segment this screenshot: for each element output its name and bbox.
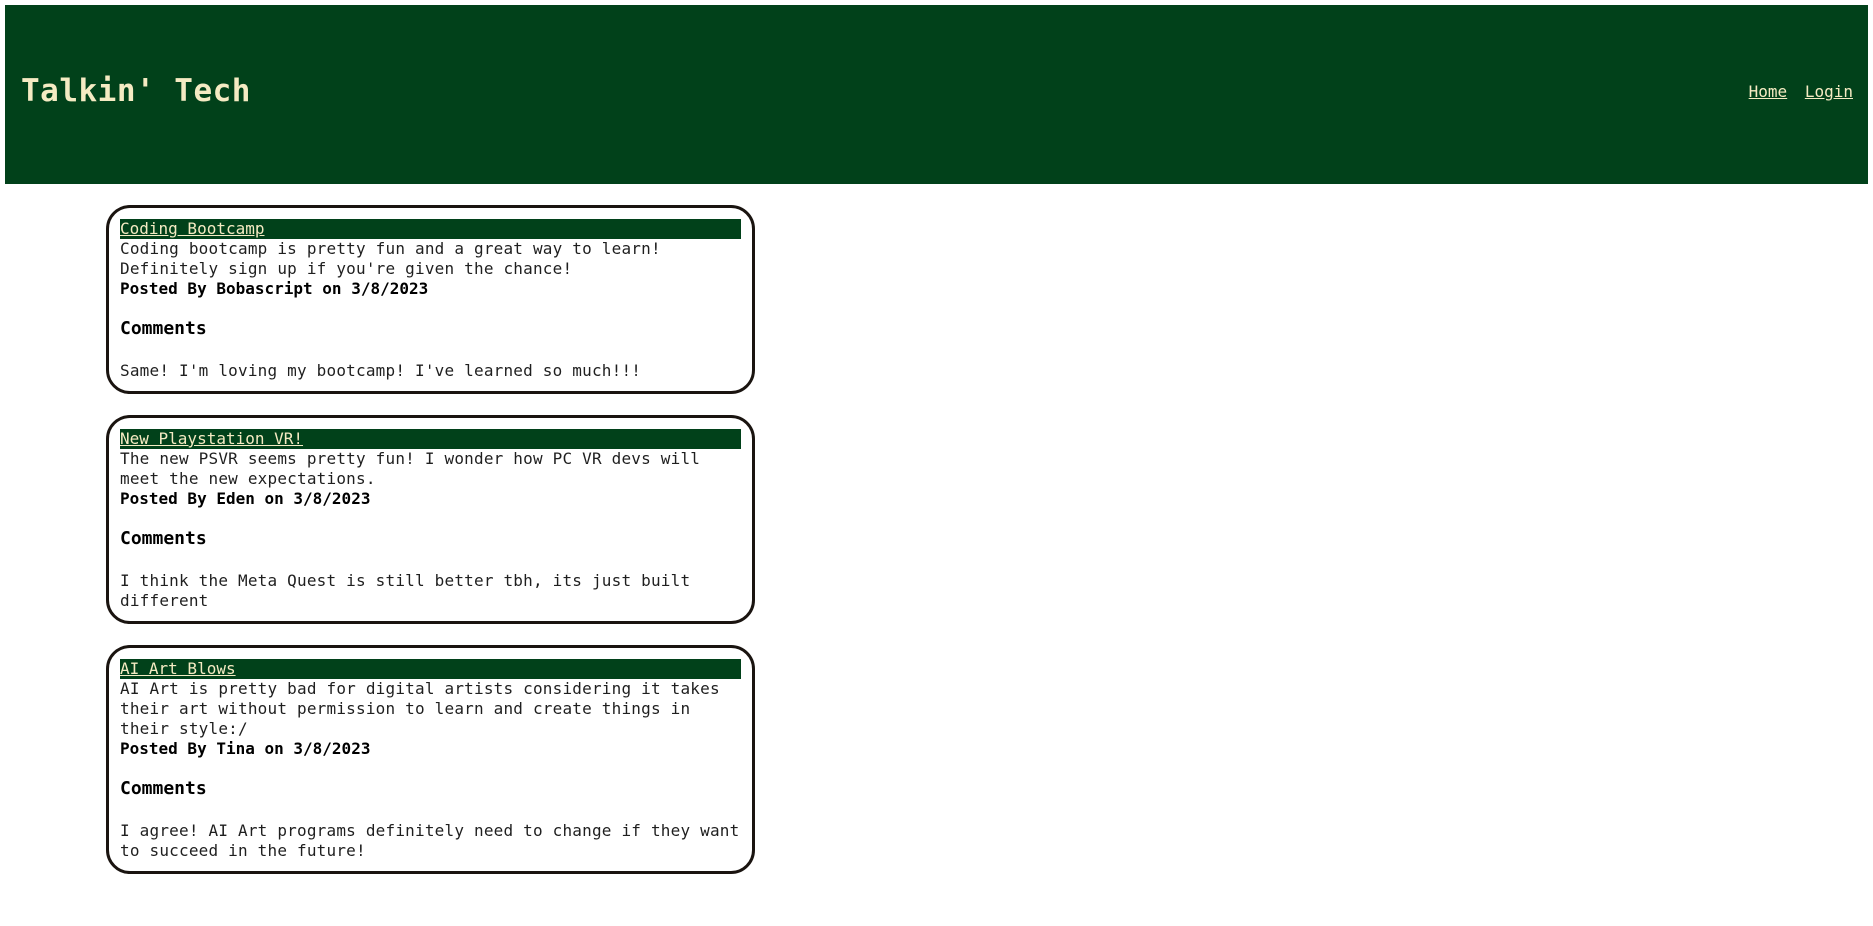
post-card: AI Art Blows AI Art is pretty bad for di… [106, 645, 755, 874]
site-header: Talkin' Tech Home Login [5, 5, 1868, 184]
site-title: Talkin' Tech [21, 73, 251, 109]
post-body: The new PSVR seems pretty fun! I wonder … [120, 449, 701, 488]
comment-text: I think the Meta Quest is still better t… [120, 571, 691, 610]
nav-home-link[interactable]: Home [1749, 82, 1788, 101]
post-body: Coding bootcamp is pretty fun and a grea… [120, 239, 661, 278]
post-title-link[interactable]: Coding Bootcamp [120, 219, 741, 239]
nav-login-link[interactable]: Login [1805, 82, 1853, 101]
post-card: New Playstation VR! The new PSVR seems p… [106, 415, 755, 624]
comment-text: I agree! AI Art programs definitely need… [120, 821, 740, 860]
post-meta: Posted By Tina on 3/8/2023 [120, 739, 371, 758]
comments-heading: Comments [120, 528, 207, 549]
post-body: AI Art is pretty bad for digital artists… [120, 679, 720, 738]
comments-heading: Comments [120, 778, 207, 799]
post-list: Coding Bootcamp Coding bootcamp is prett… [106, 205, 755, 895]
post-title-link[interactable]: New Playstation VR! [120, 429, 741, 449]
comment-text: Same! I'm loving my bootcamp! I've learn… [120, 361, 642, 380]
post-card: Coding Bootcamp Coding bootcamp is prett… [106, 205, 755, 394]
comments-heading: Comments [120, 318, 207, 339]
post-meta: Posted By Bobascript on 3/8/2023 [120, 279, 429, 298]
post-title-link[interactable]: AI Art Blows [120, 659, 741, 679]
main-nav: Home Login [1741, 82, 1853, 101]
post-meta: Posted By Eden on 3/8/2023 [120, 489, 371, 508]
